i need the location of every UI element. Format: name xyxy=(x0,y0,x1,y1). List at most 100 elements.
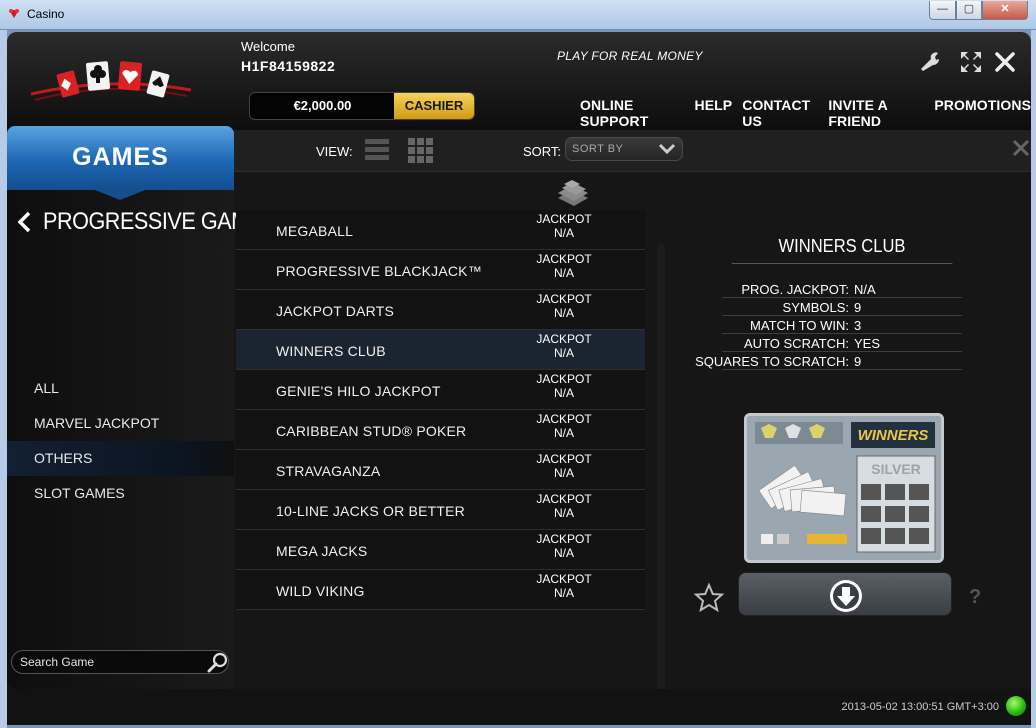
game-row-stravaganza[interactable]: STRAVAGANZA JACKPOT N/A xyxy=(236,450,645,490)
jackpot-info: JACKPOT N/A xyxy=(504,372,624,400)
chevron-left-icon xyxy=(17,211,31,233)
balance-value: €2,000.00 xyxy=(293,98,352,113)
nav-promotions[interactable]: PROMOTIONS xyxy=(934,97,1031,129)
help-icon[interactable]: ? xyxy=(969,586,981,609)
jackpot-label: JACKPOT xyxy=(536,292,592,306)
detail-row-prog-jackpot: PROG. JACKPOT: N/A xyxy=(722,280,962,298)
detail-key: PROG. JACKPOT: xyxy=(741,282,849,297)
nav-invite-a-friend[interactable]: INVITE A FRIEND xyxy=(828,97,924,129)
casino-app: Welcome H1F84159822 PLAY FOR REAL MONEY … xyxy=(7,32,1031,725)
fullscreen-icon[interactable] xyxy=(959,50,983,74)
list-view-icon[interactable] xyxy=(364,137,390,163)
balance-box: €2,000.00 CASHIER xyxy=(249,92,475,120)
games-tab[interactable]: GAMES xyxy=(7,126,234,200)
category-slot-games[interactable]: SLOT GAMES xyxy=(7,476,234,511)
detail-value: YES xyxy=(854,336,881,351)
game-row-jackpot-darts[interactable]: JACKPOT DARTS JACKPOT N/A xyxy=(236,290,645,330)
detail-key: SYMBOLS: xyxy=(782,300,849,315)
category-all[interactable]: ALL xyxy=(7,371,234,406)
close-app-icon[interactable] xyxy=(993,50,1017,74)
detail-value: 3 xyxy=(854,318,862,333)
jackpot-label: JACKPOT xyxy=(536,372,592,386)
jackpot-label: JACKPOT xyxy=(536,412,592,426)
jackpot-info: JACKPOT N/A xyxy=(504,532,624,560)
jackpot-value: N/A xyxy=(553,226,574,240)
cashier-button[interactable]: CASHIER xyxy=(394,93,474,119)
money-stack-icon xyxy=(558,180,588,206)
real-money-link[interactable]: PLAY FOR REAL MONEY xyxy=(557,49,703,63)
jackpot-info: JACKPOT N/A xyxy=(504,572,624,600)
sort-select[interactable]: SORT BY xyxy=(565,137,683,161)
detail-row-auto-scratch: AUTO SCRATCH: YES xyxy=(722,334,962,352)
game-row-megaball[interactable]: MEGABALL JACKPOT N/A xyxy=(236,210,645,250)
grid-view-icon[interactable] xyxy=(407,137,433,163)
game-name: WINNERS CLUB xyxy=(276,343,386,359)
detail-rows: PROG. JACKPOT: N/A SYMBOLS: 9 MATCH TO WIN… xyxy=(695,280,962,370)
maximize-button[interactable]: ▢ xyxy=(956,1,982,20)
category-list: ALL MARVEL JACKPOT OTHERS SLOT GAMES xyxy=(7,371,234,511)
footer: 2013-05-02 13:00:51 GMT+3:00 xyxy=(7,689,1031,725)
jackpot-label: JACKPOT xyxy=(536,532,592,546)
jackpot-value: N/A xyxy=(553,506,574,520)
server-timestamp: 2013-05-02 13:00:51 GMT+3:00 xyxy=(841,701,999,713)
search-input[interactable] xyxy=(20,654,200,670)
top-nav: ONLINE SUPPORT HELP CONTACT US INVITE A … xyxy=(580,97,1031,129)
game-details-panel: WINNERS CLUB PROG. JACKPOT: N/A SYMBOLS: 9… xyxy=(667,172,1031,689)
game-row-progressive-blackjack[interactable]: PROGRESSIVE BLACKJACK™ JACKPOT N/A xyxy=(236,250,645,290)
jackpot-label: JACKPOT xyxy=(536,452,592,466)
window-titlebar: Casino — ▢ ✕ xyxy=(0,0,1036,30)
detail-key: SQUARES TO SCRATCH: xyxy=(695,354,849,369)
game-row-10-line-jacks-or-better[interactable]: 10-LINE JACKS OR BETTER JACKPOT N/A xyxy=(236,490,645,530)
jackpot-value: N/A xyxy=(553,546,574,560)
view-label: VIEW: xyxy=(316,144,353,159)
jackpot-value: N/A xyxy=(553,346,574,360)
chevron-down-icon xyxy=(658,143,676,155)
game-name: JACKPOT DARTS xyxy=(276,303,394,319)
jackpot-info: JACKPOT N/A xyxy=(504,492,624,520)
category-others[interactable]: OTHERS xyxy=(7,441,234,476)
wrench-icon[interactable] xyxy=(918,50,942,74)
game-name: PROGRESSIVE BLACKJACK™ xyxy=(276,263,482,279)
header: Welcome H1F84159822 PLAY FOR REAL MONEY … xyxy=(7,32,1031,130)
search-icon[interactable] xyxy=(206,651,230,673)
window-title: Casino xyxy=(27,7,65,21)
nav-online-support[interactable]: ONLINE SUPPORT xyxy=(580,97,684,129)
jackpot-info: JACKPOT N/A xyxy=(504,412,624,440)
jackpot-info: JACKPOT N/A xyxy=(504,452,624,480)
jackpot-value: N/A xyxy=(553,426,574,440)
game-row-wild-viking[interactable]: WILD VIKING JACKPOT N/A xyxy=(236,570,645,610)
jackpot-info: JACKPOT N/A xyxy=(504,292,624,320)
download-button[interactable] xyxy=(738,572,952,616)
jackpot-label: JACKPOT xyxy=(536,212,592,226)
nav-contact-us[interactable]: CONTACT US xyxy=(742,97,818,129)
close-panel-icon[interactable] xyxy=(1011,138,1031,158)
detail-value: 9 xyxy=(854,300,862,315)
detail-row-symbols: SYMBOLS: 9 xyxy=(722,298,962,316)
username: H1F84159822 xyxy=(241,58,336,74)
connection-status-icon xyxy=(1006,696,1026,716)
game-thumbnail[interactable]: WINNERS SILVER xyxy=(744,413,944,563)
list-scrollbar[interactable] xyxy=(657,244,665,709)
game-row-genies-hilo-jackpot[interactable]: GENIE'S HILO JACKPOT JACKPOT N/A xyxy=(236,370,645,410)
game-row-winners-club[interactable]: WINNERS CLUB JACKPOT N/A xyxy=(236,330,645,370)
jackpot-label: JACKPOT xyxy=(536,492,592,506)
game-row-mega-jacks[interactable]: MEGA JACKS JACKPOT N/A xyxy=(236,530,645,570)
nav-help[interactable]: HELP xyxy=(694,97,732,129)
jackpot-label: JACKPOT xyxy=(536,332,592,346)
jackpot-value: N/A xyxy=(553,266,574,280)
jackpot-info: JACKPOT N/A xyxy=(504,212,624,240)
detail-row-squares-to-scratch: SQUARES TO SCRATCH: 9 xyxy=(695,352,962,370)
game-list-area: MEGABALL JACKPOT N/A PROGRESSIVE BLACKJAC… xyxy=(234,172,654,689)
game-row-caribbean-stud-poker[interactable]: CARIBBEAN STUD® POKER JACKPOT N/A xyxy=(236,410,645,450)
jackpot-value: N/A xyxy=(553,466,574,480)
game-name: MEGABALL xyxy=(276,223,354,239)
game-list: MEGABALL JACKPOT N/A PROGRESSIVE BLACKJAC… xyxy=(236,210,645,610)
list-toolbar: VIEW: SORT: SORT BY xyxy=(234,130,1031,172)
sidebar: GAMES PROGRESSIVE GAMES ALL MARVEL JACKP… xyxy=(7,126,277,689)
star-icon[interactable] xyxy=(693,582,725,614)
minimize-button[interactable]: — xyxy=(929,1,956,20)
category-marvel-jackpot[interactable]: MARVEL JACKPOT xyxy=(7,406,234,441)
game-name: 10-LINE JACKS OR BETTER xyxy=(276,503,465,519)
download-icon xyxy=(830,580,862,612)
close-window-button[interactable]: ✕ xyxy=(982,1,1028,20)
